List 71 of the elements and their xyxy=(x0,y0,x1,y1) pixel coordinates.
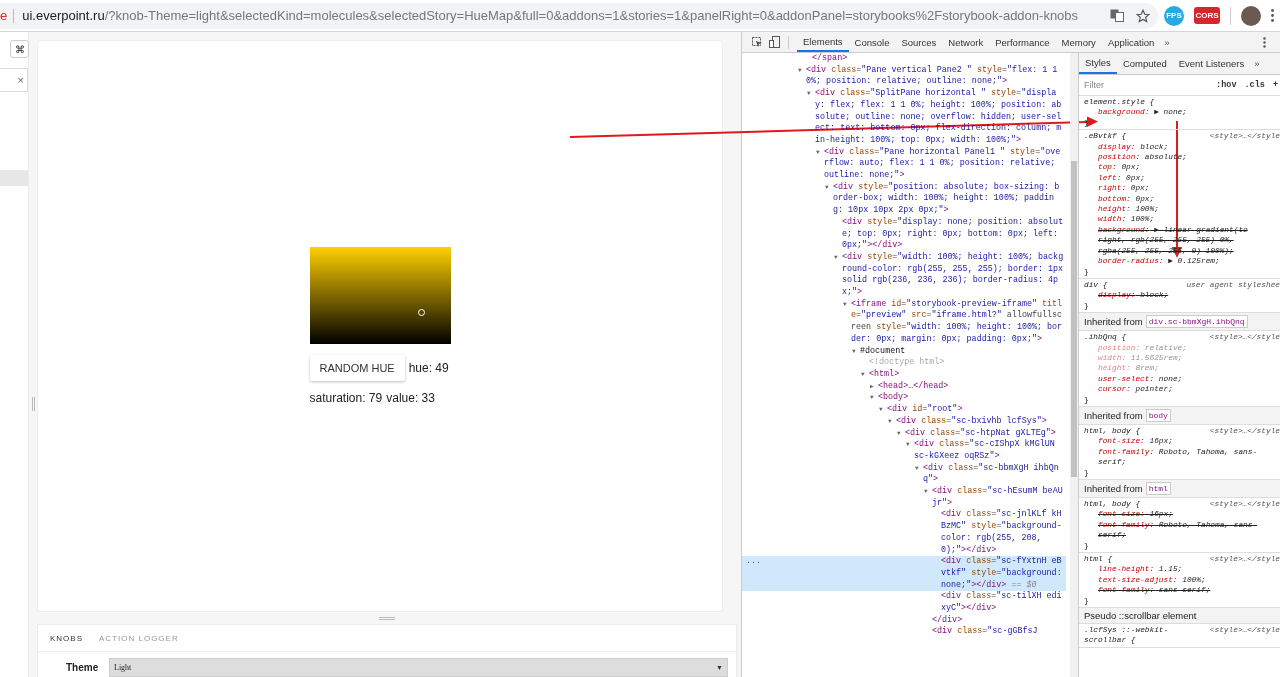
devtools-tab[interactable]: Network xyxy=(942,32,990,52)
closing-tag: </div> xyxy=(932,614,963,627)
url-path: /?knob-Theme=light&selectedKind=molecules&selectedStory=HueMap&full=0&addons=1&stories=1&panelRight=0&addonPanel=storybooks%2Fstorybook-addon-knobs xyxy=(104,8,1079,23)
hue-map[interactable] xyxy=(309,247,451,344)
dom-node[interactable]: #document xyxy=(860,345,906,358)
splitter-handle-icon[interactable] xyxy=(379,616,395,620)
devtools-tab[interactable]: Sources xyxy=(895,32,943,52)
styles-tab[interactable]: Computed xyxy=(1116,53,1173,74)
hover-state-toggle[interactable]: :hov xyxy=(1216,80,1237,90)
inherited-element-link[interactable]: div.sc-bbmXgH.ihbQnq xyxy=(1145,315,1248,329)
dom-node[interactable]: <div class="sc-bbmXgH ihbQnq"> xyxy=(923,462,1064,486)
knob-label: Theme xyxy=(66,662,100,673)
dom-node[interactable]: <div id="root"> xyxy=(887,404,963,416)
devtools-tab[interactable]: Performance xyxy=(989,32,1056,52)
row-menu-icon[interactable]: ... xyxy=(746,556,762,568)
dom-node[interactable]: <div class="sc-cIShpX kMGlUN sc-kGXeez oqRSz"> xyxy=(914,439,1064,463)
inspect-icon[interactable] xyxy=(752,36,763,48)
value-value: value: 33 xyxy=(386,391,435,405)
devtools-tab[interactable]: Elements xyxy=(797,32,849,52)
inherited-element-link[interactable]: body xyxy=(1145,408,1171,422)
class-toggle[interactable]: .cls xyxy=(1244,80,1265,90)
inherited-label: Inherited from xyxy=(1084,483,1143,494)
address-bar[interactable]: e ui.everpoint.ru/?knob-Theme=light&selectedKind=molecules&selectedStory=HueMap&full=0&addons=1&stories=1&panelRight=0&addonPanel=storybooks%2Fstorybook-addon-knobs xyxy=(0,2,1158,29)
scrollbar[interactable] xyxy=(1070,53,1078,677)
more-tabs-button[interactable]: » xyxy=(1254,58,1260,69)
dom-node[interactable]: <html> xyxy=(869,369,900,381)
search-field[interactable]: × xyxy=(0,68,28,92)
menu-icon[interactable] xyxy=(1263,36,1266,48)
devtools-tab[interactable]: Console xyxy=(848,32,896,52)
dom-node[interactable]: <div class="sc-jnlKLf kHBzMC" style="background-color: rgb(255, 208, 0);"></div> xyxy=(941,509,1064,557)
selected-row[interactable]: ... <div class="sc-fYxtnH eBvtkf" style="background: none;"></div> == $0 xyxy=(742,556,1066,592)
dom-node[interactable]: <div class="sc-gGBfsJ xyxy=(932,626,1038,639)
extension-icon[interactable]: CORS xyxy=(1194,7,1220,24)
avatar[interactable] xyxy=(1241,5,1261,26)
dom-node[interactable]: <div style="width: 100%; height: 100%; background-color: rgb(255, 255, 255); border: 1px solid rgb(236, 236, 236); border-radius: 4px;"> xyxy=(842,251,1064,299)
security-indicator[interactable]: e xyxy=(0,8,8,23)
dom-node[interactable]: <head>…</head> xyxy=(878,380,949,393)
styles-tab[interactable]: Event Listeners xyxy=(1172,53,1251,74)
styles-tab[interactable]: Styles xyxy=(1079,53,1117,74)
dom-node[interactable]: <iframe id="storybook-preview-iframe" title="preview" src="iframe.html?" allowfullscreen style="width: 100%; height: 100%; border: 0px; margin: 0px; padding: 0px;"> xyxy=(851,298,1064,346)
devtools-tab[interactable]: Application xyxy=(1101,32,1161,52)
star-icon[interactable] xyxy=(1136,8,1150,23)
clear-button[interactable]: × xyxy=(17,74,24,86)
inherited-element-link[interactable]: html xyxy=(1145,482,1171,495)
inherited-label: Inherited from xyxy=(1084,316,1143,328)
dom-node[interactable]: <div class="Pane horizontal Panel1 " style="overflow: auto; flex: 1 1 0%; position: relative; outline: none;"> xyxy=(824,146,1064,182)
menu-icon[interactable] xyxy=(1271,9,1274,22)
splitter-handle-icon[interactable] xyxy=(32,397,35,411)
dom-node[interactable]: <body> xyxy=(878,392,909,405)
saturation-value: saturation: 79 xyxy=(309,391,383,405)
dom-node[interactable]: <div class="sc-fYxtnH eBvtkf" style="background: none;"></div> == $0 xyxy=(941,556,1064,592)
random-hue-button[interactable]: RANDOM HUE xyxy=(309,355,405,381)
shortcut-key[interactable]: ⌘ xyxy=(10,40,29,58)
devtools-tab[interactable]: Memory xyxy=(1055,32,1102,52)
new-rule-button[interactable]: + xyxy=(1272,80,1278,90)
dom-node[interactable]: <div class="Pane vertical Pane2 " style="flex: 1 1 0%; position: relative; outline: none;"> xyxy=(806,64,1064,89)
addon-tab[interactable]: KNOBS xyxy=(44,629,89,647)
dom-node[interactable]: <div class="sc-htpNat gXLTEg"> xyxy=(905,427,1056,440)
dom-node[interactable]: <div style="position: absolute; box-sizing: border-box; width: 100%; height: 100%; padding: 10px 10px 2px 0px;"> xyxy=(833,181,1064,217)
pseudo-element-header: Pseudo ::scrollbar element xyxy=(1079,608,1280,625)
device-icon[interactable] xyxy=(769,36,780,48)
dom-node[interactable]: <div class="sc-bxivhb lcfSys"> xyxy=(896,415,1047,428)
translate-icon[interactable] xyxy=(1110,9,1124,22)
url-host: ui.everpoint.ru xyxy=(22,8,105,23)
more-tabs-button[interactable]: » xyxy=(1164,36,1170,48)
dom-node[interactable]: <div class="sc-hEsumM beAUjr"> xyxy=(932,486,1064,510)
hue-value: hue: 49 xyxy=(408,361,449,375)
dom-node[interactable]: <div class="sc-tilXH edixyC"></div> xyxy=(941,591,1064,615)
closing-tag: </span> xyxy=(812,53,848,65)
dom-node[interactable]: <div style="display: none; position: absolute; top: 0px; right: 0px; bottom: 0px; left: 0px;"></div> xyxy=(842,216,1064,252)
inherited-label: Inherited from xyxy=(1084,409,1143,421)
